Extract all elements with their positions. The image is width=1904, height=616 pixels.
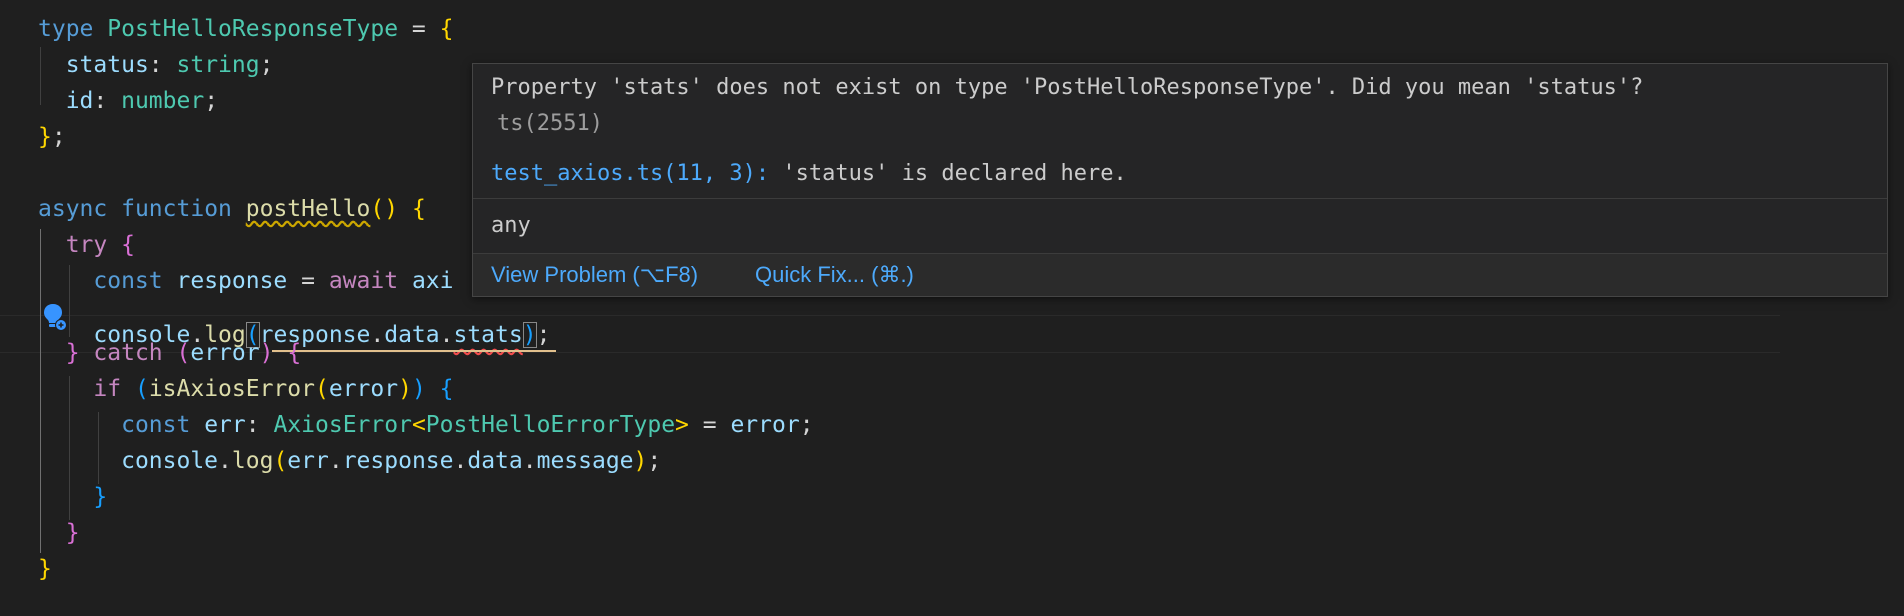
semicolon: ; (647, 448, 662, 474)
brace: } (38, 556, 52, 582)
type-name: PostHelloErrorType (425, 412, 676, 438)
code-editor[interactable]: type PostHelloResponseType = { status: s… (0, 0, 1904, 616)
keyword: const (121, 412, 191, 438)
code-line-2: status: string; (38, 47, 274, 83)
keyword: async (38, 196, 108, 222)
paren: ) (259, 340, 274, 366)
keyword: if (93, 376, 122, 402)
paren: ) (633, 448, 648, 474)
identifier: message (536, 448, 634, 474)
identifier: response (342, 448, 454, 474)
brace: { (439, 376, 454, 402)
quick-fix-link[interactable]: Quick Fix... (⌘.) (755, 262, 914, 288)
property: status (65, 52, 149, 78)
semicolon: ; (51, 124, 66, 150)
operator: = (398, 16, 440, 42)
view-problem-link[interactable]: View Problem (⌥F8) (491, 262, 698, 288)
function-call: log (231, 448, 274, 474)
code-line-11: if (isAxiosError(error)) { (38, 371, 454, 407)
paren: ) (411, 376, 426, 402)
type-name: AxiosError (273, 412, 412, 438)
code-line-7: try { (38, 227, 135, 263)
code-line-16: } (38, 551, 52, 587)
paren: ( (134, 376, 149, 402)
operator: = (287, 268, 329, 294)
hover-error-code: ts(2551) (497, 111, 603, 136)
keyword: function (121, 196, 232, 222)
keyword: const (93, 268, 163, 294)
angle: > (675, 412, 689, 438)
parens: () (370, 196, 399, 222)
brace: } (65, 340, 80, 366)
code-line-4: }; (38, 119, 66, 155)
colon: : (93, 88, 122, 114)
hover-type-info: any (491, 213, 531, 238)
brace: { (411, 196, 426, 222)
hover-actions-bar: View Problem (⌥F8) Quick Fix... (⌘.) (473, 254, 1887, 296)
keyword: await (328, 268, 399, 294)
paren: ( (273, 448, 288, 474)
identifier: data (384, 322, 440, 348)
colon: : (245, 412, 274, 438)
identifier: error (328, 376, 399, 402)
function-name-warning[interactable]: postHello (246, 196, 371, 222)
identifier: error (730, 412, 800, 438)
brace: { (287, 340, 302, 366)
type-name: number (121, 88, 205, 114)
hover-error-message: Property 'stats' does not exist on type … (491, 75, 1644, 100)
semicolon: ; (204, 88, 219, 114)
code-line-13: console.log(err.response.data.message); (121, 448, 662, 474)
paren: ) (398, 376, 412, 402)
type-name: string (176, 52, 260, 78)
angle: < (411, 412, 426, 438)
error-identifier[interactable]: stats (453, 322, 522, 348)
property: id (65, 88, 94, 114)
selection-underline (272, 350, 556, 352)
brace: { (439, 16, 454, 42)
semicolon: ; (259, 52, 274, 78)
brace: } (93, 484, 108, 510)
keyword: try (65, 232, 108, 258)
identifier: console (121, 448, 219, 474)
colon: : (148, 52, 177, 78)
code-line-15: } (38, 515, 80, 551)
bracket-match: ) (522, 322, 537, 348)
hover-related-info: test_axios.ts(11, 3): 'status' is declar… (491, 156, 1127, 192)
identifier: err (204, 412, 246, 438)
code-line-3: id: number; (38, 83, 218, 119)
semicolon: ; (799, 412, 814, 438)
code-line-8: const response = await axi (38, 263, 453, 299)
related-text: 'status' is declared here. (769, 161, 1127, 186)
identifier: error (190, 340, 260, 366)
keyword: catch (93, 340, 163, 366)
semicolon: ; (536, 322, 551, 348)
divider (473, 198, 1887, 199)
variable: response (176, 268, 288, 294)
brace: { (121, 232, 135, 258)
keyword: type (38, 16, 94, 42)
identifier: data (467, 448, 523, 474)
code-line-10: } catch (error) { (38, 335, 302, 371)
code-line-1: type PostHelloResponseType = { (38, 11, 453, 47)
paren: ( (314, 376, 329, 402)
code-line-14: } (38, 479, 107, 515)
brace: } (65, 520, 80, 546)
type-name: PostHelloResponseType (107, 16, 399, 42)
code-line-12: const err: AxiosError<PostHelloErrorType… (38, 407, 814, 443)
identifier: axi (411, 268, 454, 294)
lightbulb-autofix-icon[interactable] (42, 302, 68, 332)
brace: } (38, 124, 52, 150)
identifier: err (287, 448, 329, 474)
error-hover-tooltip: Property 'stats' does not exist on type … (472, 63, 1888, 297)
code-line-6: async function postHello() { (38, 191, 426, 227)
related-location-link[interactable]: test_axios.ts(11, 3): (491, 161, 769, 186)
function-call: isAxiosError (148, 376, 315, 402)
paren: ( (176, 340, 191, 366)
operator: = (688, 412, 731, 438)
